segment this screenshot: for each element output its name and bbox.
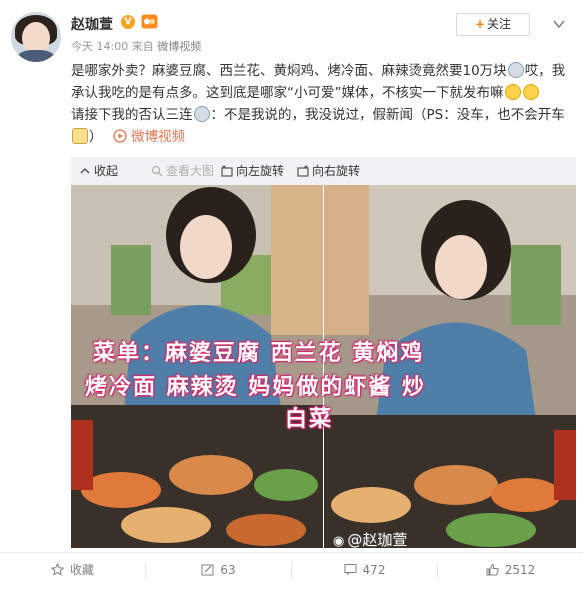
v-verified-icon: V [121,15,135,29]
zoom-icon [151,165,163,177]
rotate-right-label: 向右旋转 [312,164,361,178]
menu-overlay-line: 菜单：麻婆豆腐 西兰花 黄焖鸡 [93,341,425,366]
rotate-left-icon [221,165,233,177]
favorite-button[interactable]: 收藏 [0,553,145,589]
follow-plus-icon: + [474,17,486,31]
repost-count: 63 [220,563,236,577]
comment-button[interactable]: 472 [292,553,437,589]
collapse-label: 收起 [94,164,119,178]
source-prefix: 来自 [131,40,154,53]
smile-emoji-icon [522,84,539,100]
view-large-label: 查看大图 [166,164,215,178]
like-icon [486,563,499,576]
follow-button[interactable]: + 关注 [456,13,530,36]
car-emoji-icon [72,128,88,144]
post-source[interactable]: 微博视频 [157,40,201,53]
post-time[interactable]: 今天 14:00 [71,40,128,53]
menu-overlay-line: 烤冷面 麻辣烫 妈妈做的虾酱 炒 [85,375,426,400]
avatar[interactable] [11,12,61,62]
fear-emoji-icon [193,106,210,122]
level-badge-icon [141,14,158,29]
rotate-left-label: 向左旋转 [236,164,285,178]
post-meta: 今天 14:00 来自 微博视频 [71,38,201,54]
post-text: 是哪家外卖？麻婆豆腐、西兰花、黄焖鸡、烤冷面、麻辣烫竟然要10万块 哎，我承认我吃… [71,60,577,148]
media-box: 收起 查看大图 向左旋转 向右旋转 菜单：麻婆豆腐 西兰花 黄焖鸡 烤冷面 麻辣… [71,157,576,548]
post-text-segment: 是哪家外卖？麻婆豆腐、西兰花、黄焖鸡、烤冷面、麻辣烫竟然要10万块 [71,63,507,79]
comment-icon [344,564,357,575]
like-button[interactable]: 2512 [438,553,583,589]
collapse-icon [80,167,90,174]
like-count: 2512 [504,563,536,577]
video-link[interactable]: 微博视频 [131,129,185,145]
weibo-post-card: 赵珈萱 V 今天 14:00 来自 微博视频 + 关注 是哪家外卖？麻婆豆腐、西兰… [0,0,583,589]
media-toolbar: 收起 查看大图 向左旋转 向右旋转 [71,157,576,185]
rotate-right-button[interactable]: 向右旋转 [297,163,360,179]
video-play-icon [113,129,127,143]
post-photo[interactable]: 菜单：麻婆豆腐 西兰花 黄焖鸡 烤冷面 麻辣烫 妈妈做的虾酱 炒 白菜 ◉ @赵珈… [71,185,576,548]
post-text-segment: 请接下我的否认三连 [71,107,193,123]
avatar-body [17,50,55,62]
fear-emoji-icon [507,62,524,78]
action-bar: 收藏 63 472 2512 [0,552,583,589]
post-text-segment: ） [89,129,103,145]
username[interactable]: 赵珈萱 [71,14,113,34]
smile-emoji-icon [504,84,521,100]
collapse-button[interactable]: 收起 [79,163,118,179]
weibo-logo-icon: ◉ [333,534,345,548]
comment-count: 472 [362,563,386,577]
follow-label: 关注 [487,17,512,31]
repost-icon [201,564,214,576]
post-text-segment: ：不是我说的，我没说过，假新闻（PS：没车，也不会开车 [210,107,565,123]
rotate-left-button[interactable]: 向左旋转 [221,163,284,179]
view-large-button[interactable]: 查看大图 [151,163,214,179]
star-icon [50,563,64,576]
photo-watermark: ◉ @赵珈萱 [333,529,407,548]
rotate-right-icon [297,165,309,177]
menu-overlay-line: 白菜 [285,407,334,432]
more-chevron-icon[interactable] [552,17,566,31]
watermark-text: @赵珈萱 [347,531,408,548]
repost-button[interactable]: 63 [146,553,291,589]
favorite-label: 收藏 [69,563,94,577]
